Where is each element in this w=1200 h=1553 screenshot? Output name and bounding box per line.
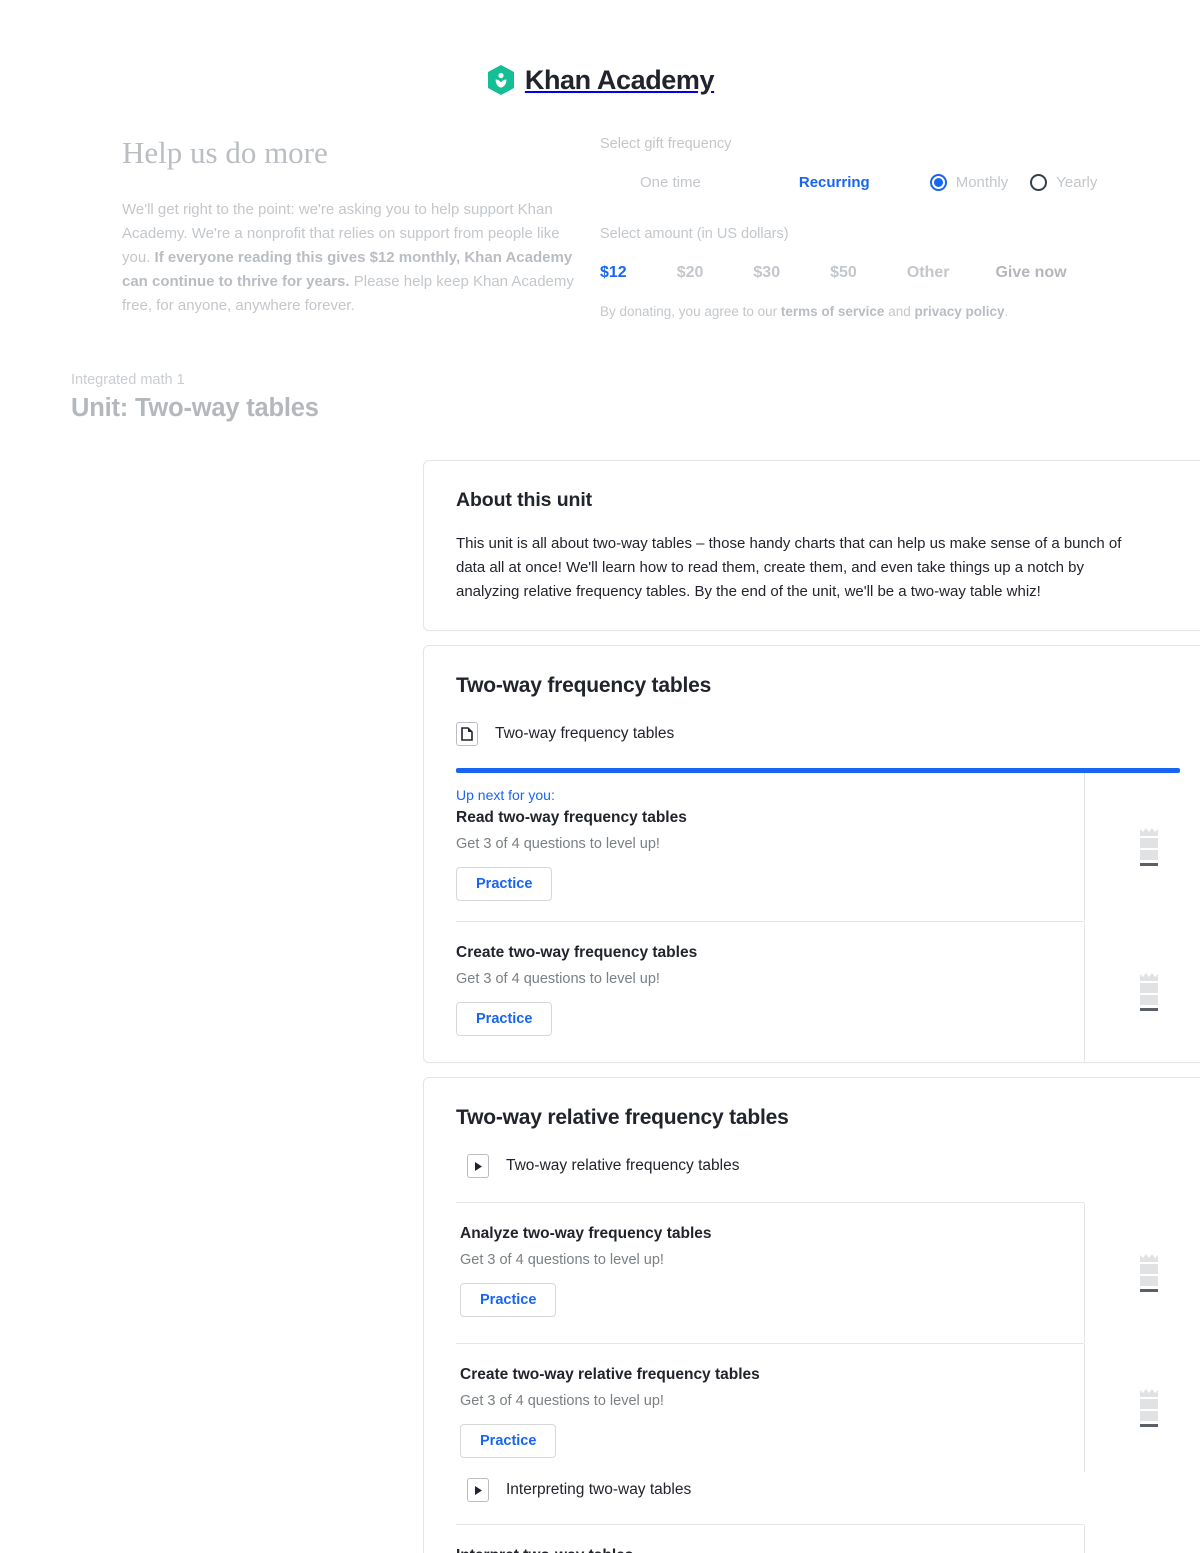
amount-option-50[interactable]: $50 [830,264,857,282]
donation-banner: Help us do more We'll get right to the p… [0,128,1200,343]
recurrence-radio-group: Monthly Yearly [929,174,1097,191]
radio-yearly[interactable]: Yearly [1030,174,1097,191]
practice-button[interactable]: Practice [460,1424,557,1458]
mastery-meter [1084,1344,1200,1472]
about-this-unit-card: About this unit This unit is all about t… [423,460,1200,631]
practice-button[interactable]: Practice [456,867,553,901]
about-description: This unit is all about two-way tables – … [456,535,1122,600]
article-icon [456,722,478,746]
mastery-block [1139,1411,1158,1421]
khan-academy-wordmark: Khan Academy [524,64,715,95]
mastery-crown-icon [1139,828,1159,866]
play-icon [467,1154,489,1178]
amount-option-other[interactable]: Other [907,264,950,282]
page-root: Khan Academy Help us do more We'll get r… [0,0,1200,1553]
mastery-base-bar [1139,863,1158,866]
give-now-button[interactable]: Give now [995,264,1066,282]
donation-body: We'll get right to the point: we're aski… [122,198,592,318]
exercise-subtitle: Get 3 of 4 questions to level up! [456,971,660,987]
donation-copy: Help us do more We'll get right to the p… [122,135,592,318]
exercise-row-read-two-way-frequency-tables: Up next for you: Read two-way frequency … [424,773,1200,921]
content-item-title: Two-way frequency tables [495,725,675,742]
radio-monthly-label: Monthly [955,174,1009,191]
legal-and: and [884,304,915,319]
mastery-meter [1084,922,1200,1062]
radio-selected-icon [929,174,947,191]
section-title: Two-way frequency tables [456,674,712,697]
gift-frequency-label: Select gift frequency [600,136,732,152]
unit-content-column: About this unit This unit is all about t… [423,460,1200,1553]
mastery-block [1139,1399,1158,1409]
practice-button[interactable]: Practice [460,1283,557,1317]
mastery-base-bar [1139,1289,1158,1292]
mastery-block [1139,983,1158,993]
content-item-video[interactable]: Two-way relative frequency tables [467,1154,1180,1178]
mastery-meter [1084,1525,1200,1553]
exercise-title[interactable]: Interpret two-way tables [456,1547,1084,1553]
exercise-subtitle: Get 3 of 4 questions to level up! [460,1393,664,1409]
legal-suffix: . [1004,304,1009,319]
donation-title: Help us do more [122,135,328,170]
practice-button[interactable]: Practice [456,1002,553,1036]
content-item-title: Two-way relative frequency tables [506,1157,740,1174]
donation-form: Select gift frequency One time Recurring… [600,136,1120,319]
exercise-subtitle: Get 3 of 4 questions to level up! [456,836,660,852]
about-heading: About this unit [456,489,593,511]
amount-row: $12 $20 $30 $50 Other Give now [600,264,1120,282]
site-header: Khan Academy [0,64,1200,96]
privacy-policy-link[interactable]: privacy policy [914,304,1004,319]
legal-prefix: By donating, you agree to our [600,304,781,319]
mastery-block [1139,995,1158,1005]
page-title: Unit: Two-way tables [71,394,319,422]
course-breadcrumb[interactable]: Integrated math 1 [71,372,319,388]
mastery-block [1139,850,1158,860]
mastery-crown-icon [1139,1389,1159,1427]
gift-frequency-row: One time Recurring Monthly Yearly [600,174,1120,191]
mastery-block [1139,838,1158,848]
amount-option-30[interactable]: $30 [753,264,780,282]
mastery-block [1139,1264,1158,1274]
radio-unselected-icon [1030,174,1048,191]
khan-academy-leaf-icon [486,64,516,96]
exercise-row-create-two-way-frequency-tables: Create two-way frequency tables Get 3 of… [424,922,1200,1062]
frequency-tab-recurring[interactable]: Recurring [799,174,870,191]
lesson-section-two-way-relative-frequency-tables: Two-way relative frequency tables Two-wa… [423,1077,1200,1553]
section-title: Two-way relative frequency tables [456,1106,789,1129]
khan-academy-logo[interactable]: Khan Academy [486,64,715,96]
exercise-row-analyze-two-way-frequency-tables: Analyze two-way frequency tables Get 3 o… [424,1203,1200,1343]
amount-option-12[interactable]: $12 [600,264,627,282]
content-item-video[interactable]: Interpreting two-way tables [467,1478,1180,1502]
mastery-meter [1084,773,1200,921]
frequency-tab-one-time[interactable]: One time [640,174,701,191]
exercise-title[interactable]: Read two-way frequency tables [456,809,1084,827]
terms-of-service-link[interactable]: terms of service [781,304,885,319]
exercise-title[interactable]: Create two-way relative frequency tables [460,1366,1084,1384]
exercise-title[interactable]: Analyze two-way frequency tables [460,1225,1084,1243]
donation-legal-text: By donating, you agree to our terms of s… [600,304,1120,319]
mastery-base-bar [1139,1424,1158,1427]
unit-header: Integrated math 1 Unit: Two-way tables [71,372,319,423]
amount-label: Select amount (in US dollars) [600,226,789,242]
lesson-section-two-way-frequency-tables: Two-way frequency tables Two-way frequen… [423,645,1200,1063]
amount-option-20[interactable]: $20 [677,264,704,282]
radio-monthly[interactable]: Monthly [929,174,1009,191]
mastery-crown-icon [1139,1254,1159,1292]
exercise-subtitle: Get 3 of 4 questions to level up! [460,1252,664,1268]
exercise-row-interpret-two-way-tables: Interpret two-way tables Get 3 of 4 ques… [424,1525,1200,1553]
content-item-title: Interpreting two-way tables [506,1481,692,1498]
mastery-block [1139,1276,1158,1286]
mastery-base-bar [1139,1008,1158,1011]
exercise-row-create-two-way-relative-frequency-tables: Create two-way relative frequency tables… [424,1344,1200,1472]
play-icon [467,1478,489,1502]
radio-yearly-label: Yearly [1056,174,1098,191]
content-item-article[interactable]: Two-way frequency tables [456,722,1180,746]
mastery-crown-icon [1139,973,1159,1011]
up-next-label: Up next for you: [456,787,555,803]
exercise-title[interactable]: Create two-way frequency tables [456,944,1084,962]
mastery-meter [1084,1203,1200,1343]
